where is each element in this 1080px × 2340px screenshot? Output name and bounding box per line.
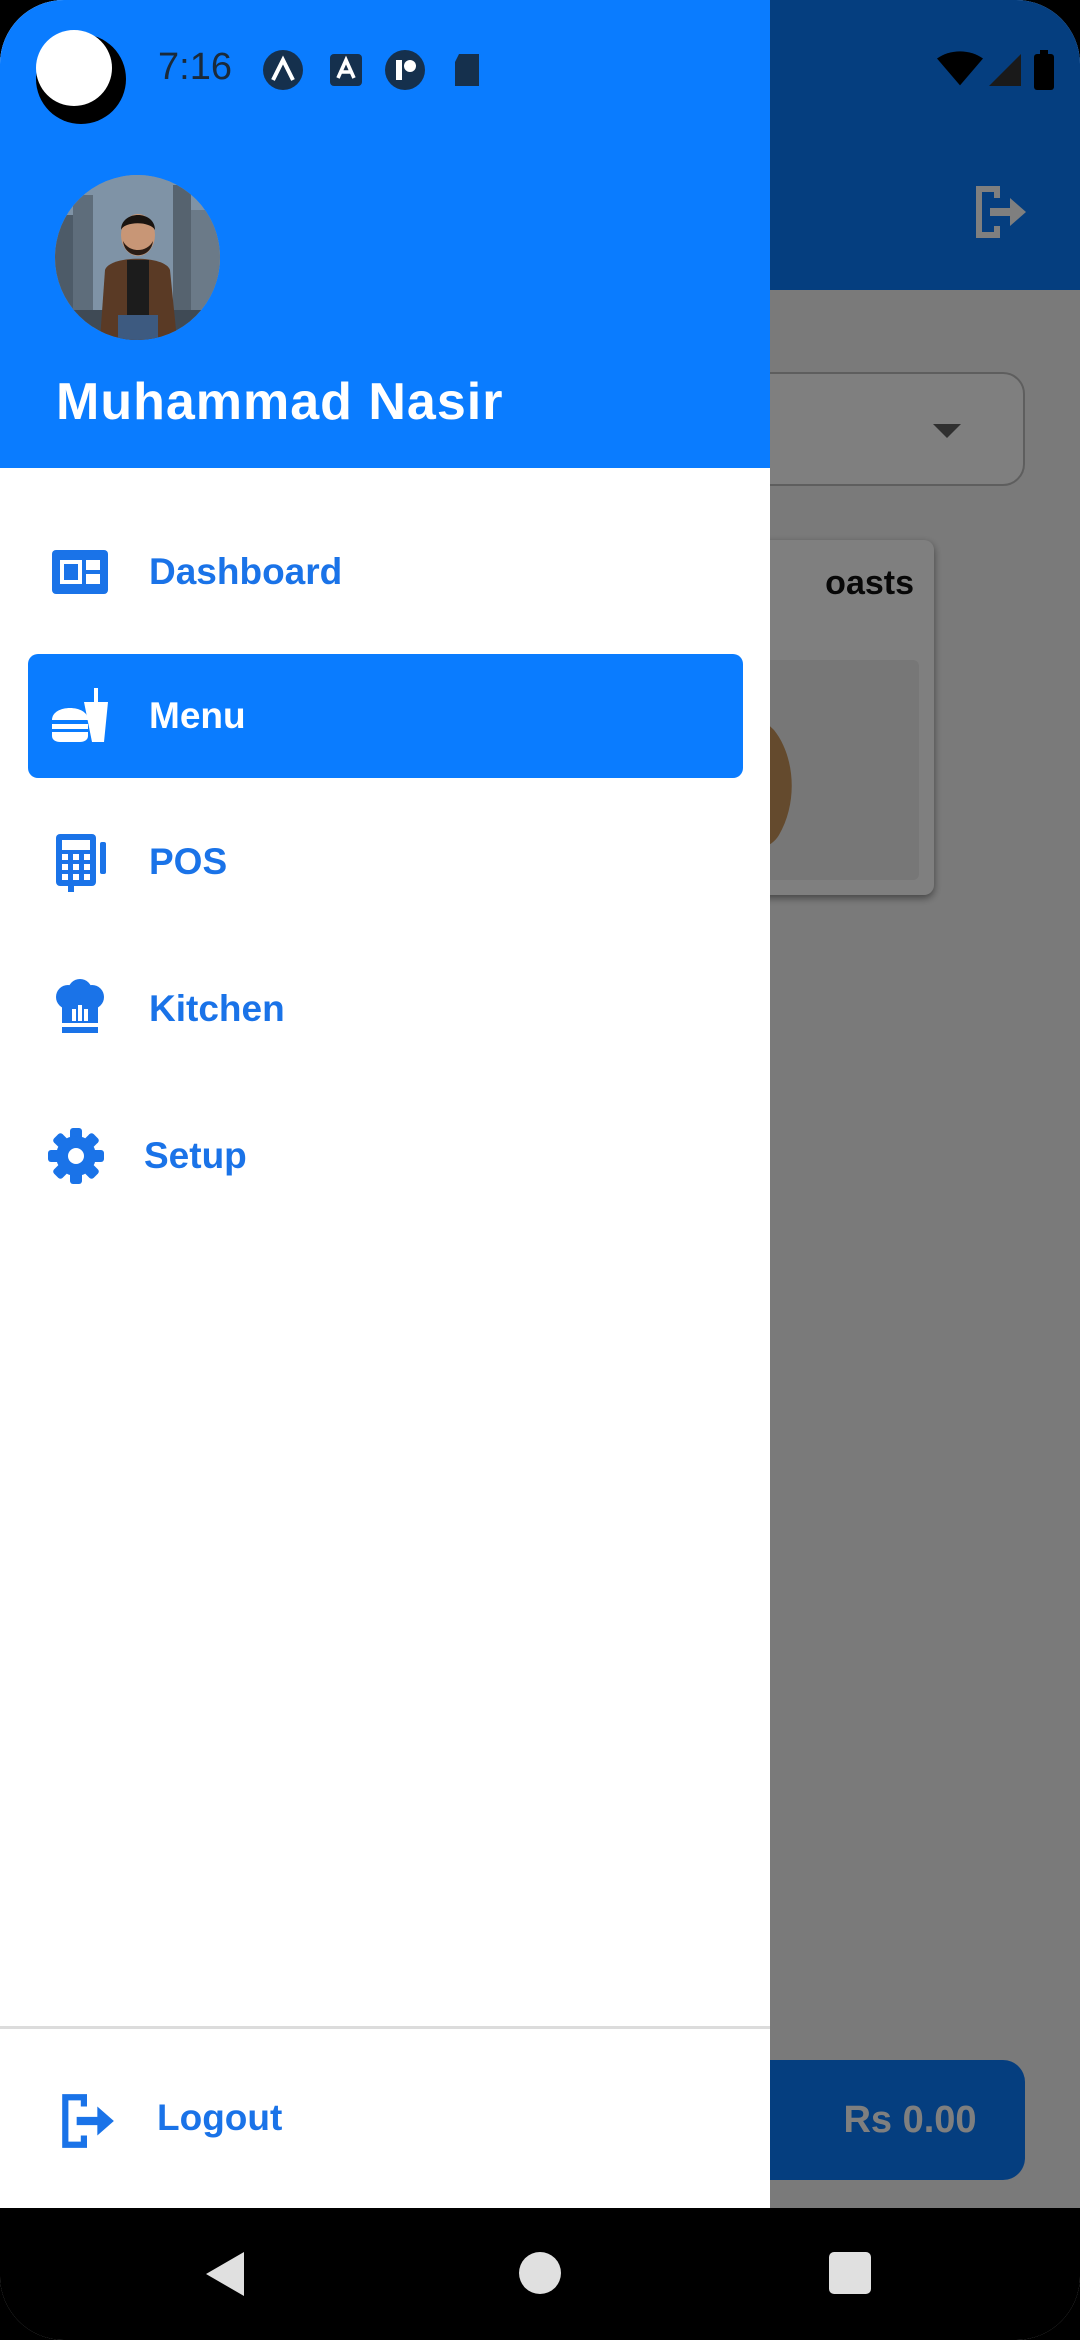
logout-label: Logout — [157, 2097, 283, 2138]
wifi-icon — [937, 51, 983, 86]
camera-cutout — [36, 30, 126, 124]
system-nav-bar — [0, 2208, 1080, 2340]
drawer-item-menu[interactable]: Menu — [28, 654, 743, 778]
drawer-item-label: Kitchen — [149, 988, 285, 1029]
drawer-item-pos[interactable]: POS — [28, 800, 743, 924]
navigation-drawer: Muhammad Nasir Dashboard Menu POS Kitche… — [0, 0, 770, 2208]
arc-app-icon — [263, 50, 303, 90]
a-square-app-icon — [330, 54, 362, 86]
drawer-item-kitchen[interactable]: Kitchen — [28, 947, 743, 1071]
home-icon[interactable] — [519, 2252, 561, 2294]
user-name: Muhammad Nasir — [56, 373, 504, 431]
status-bar: 7:16 — [0, 0, 1080, 140]
chef-hat-icon — [56, 979, 104, 1033]
cell-signal-icon — [989, 54, 1021, 86]
burger-drink-icon — [52, 688, 108, 742]
avatar — [55, 175, 220, 340]
exit-icon — [62, 2094, 114, 2148]
back-icon[interactable] — [200, 2248, 250, 2300]
drawer-logout-button[interactable]: Logout — [0, 2050, 770, 2190]
dashboard-icon — [52, 550, 108, 594]
drawer-item-label: POS — [149, 841, 228, 882]
battery-icon — [1034, 50, 1054, 90]
record-app-icon — [385, 50, 425, 90]
drawer-item-dashboard[interactable]: Dashboard — [28, 510, 743, 634]
drawer-item-setup[interactable]: Setup — [28, 1094, 743, 1218]
gear-icon — [48, 1128, 104, 1184]
phone-screen: oasts Rs 0.00 — [0, 0, 1080, 2340]
calculator-icon — [56, 834, 106, 892]
sd-card-icon — [455, 54, 479, 86]
drawer-item-label: Dashboard — [149, 551, 343, 592]
status-time: 7:16 — [158, 46, 232, 88]
recent-apps-icon[interactable] — [829, 2252, 871, 2294]
drawer-item-label: Menu — [149, 695, 246, 736]
drawer-item-label: Setup — [144, 1135, 247, 1176]
drawer-divider — [0, 2026, 770, 2029]
